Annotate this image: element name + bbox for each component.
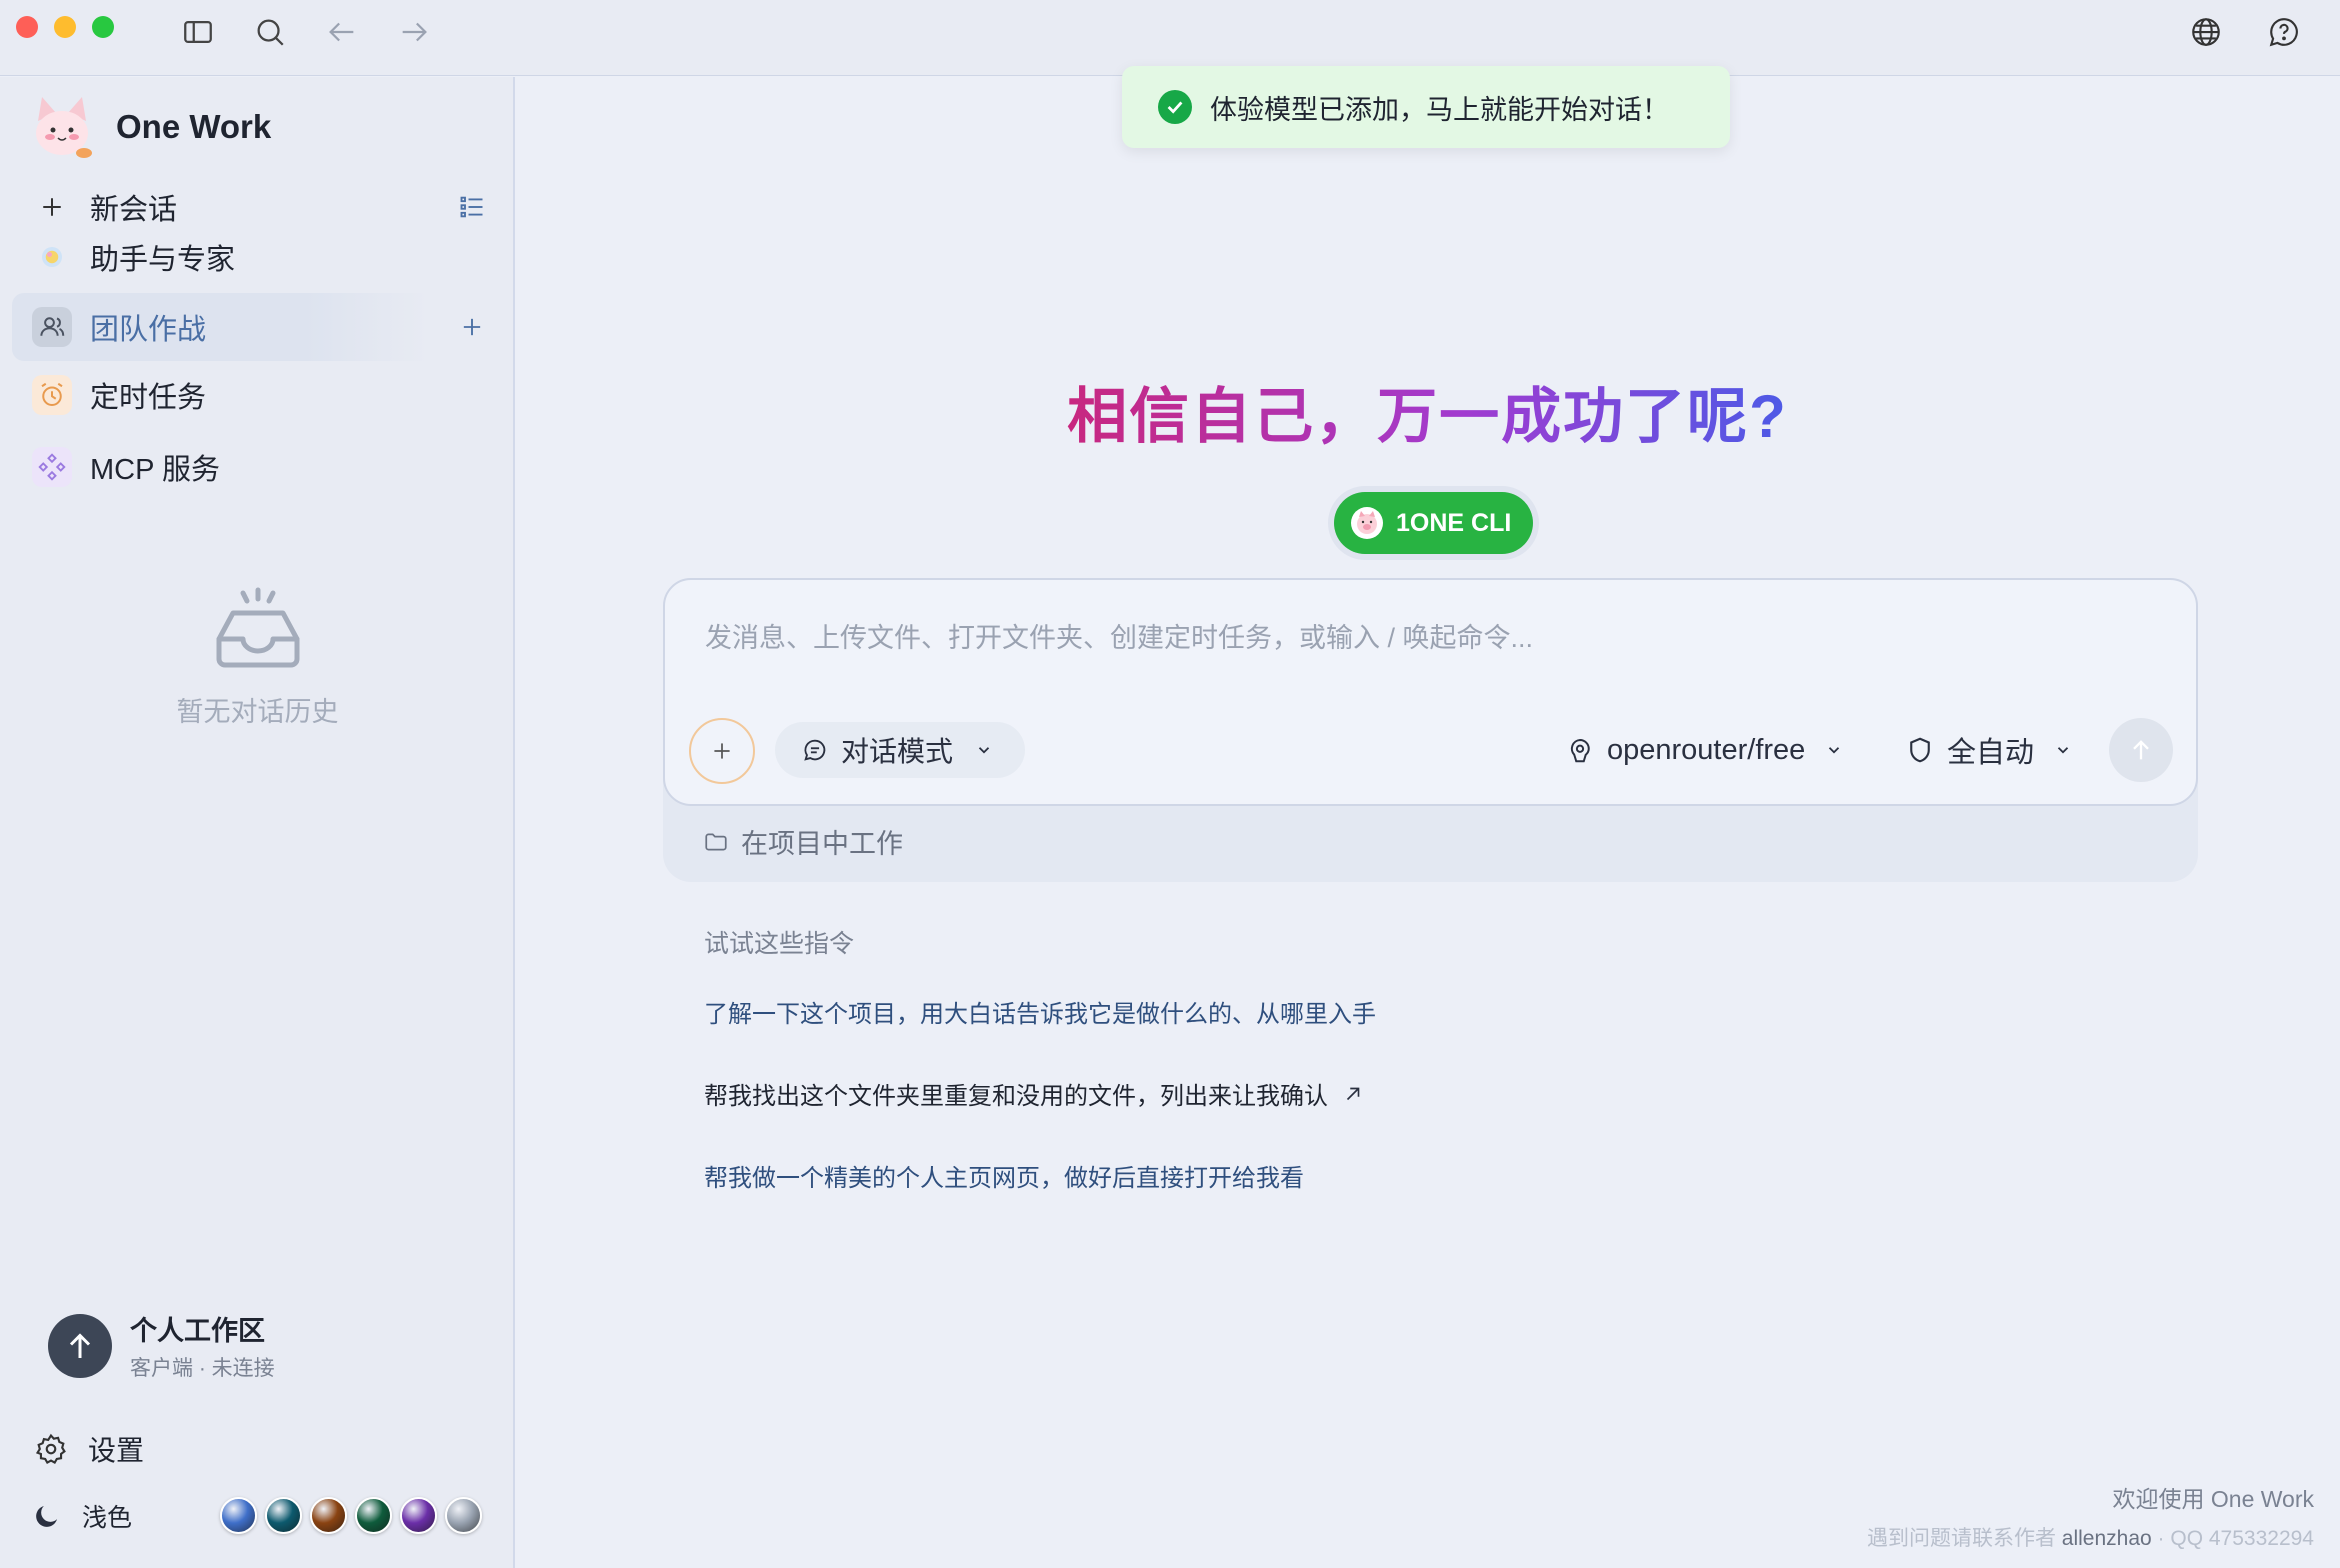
clock-icon — [32, 375, 72, 415]
brand-name: One Work — [116, 108, 272, 145]
sidebar-item-label: 定时任务 — [90, 382, 207, 414]
suggestion-text: 帮我找出这个文件夹里重复和没用的文件，列出来让我确认 — [704, 1083, 1328, 1110]
suggestions-title: 试试这些指令 — [704, 930, 855, 958]
team-icon — [32, 307, 72, 347]
theme-row: 浅色 — [32, 1497, 482, 1534]
theme-swatch[interactable] — [265, 1497, 302, 1534]
toast-text: 体验模型已添加，马上就能开始对话！ — [1210, 94, 1669, 125]
suggestion-item[interactable]: 了解一下这个项目，用大白话告诉我它是做什么的、从哪里入手 — [704, 994, 1376, 1029]
mcp-icon — [32, 447, 72, 487]
sidebar-item-label: 新会话 — [90, 194, 178, 226]
theme-swatches — [220, 1497, 482, 1534]
theme-swatch[interactable] — [220, 1497, 257, 1534]
message-input[interactable] — [705, 608, 2145, 668]
sidebar-item-label: 团队作战 — [90, 314, 207, 346]
composer-box: 对话模式 openrouter/free 全自动 — [663, 578, 2198, 806]
plus-icon — [714, 743, 730, 759]
model-brain-icon — [1570, 738, 1590, 763]
empty-history: 暂无对话历史 — [0, 587, 515, 729]
list-view-icon[interactable] — [452, 187, 492, 227]
empty-history-text: 暂无对话历史 — [176, 697, 339, 727]
maximize-window-button[interactable] — [92, 16, 114, 38]
workspace-title: 个人工作区 — [130, 1316, 265, 1346]
cli-badge-button[interactable]: 1ONE CLI — [1334, 492, 1534, 554]
chevron-down-icon — [2057, 747, 2069, 754]
separator: · — [2157, 1527, 2171, 1550]
folder-icon — [705, 833, 727, 850]
theme-swatch[interactable] — [445, 1497, 482, 1534]
contact-prefix: 遇到问题请联系作者 — [1866, 1527, 2056, 1550]
sidebar-item-team[interactable]: 团队作战 — [12, 293, 502, 361]
theme-label[interactable]: 浅色 — [82, 1498, 132, 1534]
globe-icon[interactable] — [2186, 12, 2226, 52]
arrow-up-icon — [2133, 740, 2149, 760]
mode-label: 对话模式 — [841, 736, 954, 767]
help-icon[interactable] — [2264, 12, 2304, 52]
cat-logo-icon — [36, 97, 92, 158]
suggestion-item[interactable]: 帮我做一个精美的个人主页网页，做好后直接打开给我看 — [704, 1158, 1304, 1193]
workspace-status: 客户端 · 未连接 — [130, 1357, 275, 1380]
mode-selector[interactable]: 对话模式 — [775, 722, 1026, 778]
minimize-window-button[interactable] — [54, 16, 76, 38]
theme-swatch[interactable] — [355, 1497, 392, 1534]
chevron-down-icon — [1829, 747, 1840, 754]
gear-icon — [35, 1433, 66, 1465]
project-label: 在项目中工作 — [741, 829, 903, 859]
composer: 对话模式 openrouter/free 全自动 在项目中工作 — [663, 578, 2198, 882]
send-button[interactable] — [2109, 718, 2173, 782]
sidebar-item-label: MCP 服务 — [90, 454, 220, 486]
welcome-text: 欢迎使用 One Work — [2112, 1486, 2315, 1512]
search-icon[interactable] — [250, 12, 290, 52]
settings-label: 设置 — [88, 1435, 145, 1466]
model-label: openrouter/free — [1607, 733, 1806, 766]
hero-slogan: 相信自己，万一成功了呢? — [515, 368, 2340, 455]
workspace-switcher[interactable]: 个人工作区 客户端 · 未连接 — [48, 1309, 275, 1382]
toast-notification: 体验模型已添加，马上就能开始对话！ — [1122, 66, 1730, 148]
close-window-button[interactable] — [16, 16, 38, 38]
pig-avatar-icon — [1351, 507, 1383, 539]
work-in-project-button[interactable]: 在项目中工作 — [703, 822, 903, 861]
sidebar-item-assistants[interactable]: 助手与专家 — [12, 223, 502, 291]
back-arrow-icon[interactable] — [322, 12, 362, 52]
plus-icon — [32, 187, 72, 227]
forward-arrow-icon[interactable] — [394, 12, 434, 52]
sidebar-item-mcp[interactable]: MCP 服务 — [12, 433, 502, 501]
sidebar-toggle-icon[interactable] — [178, 12, 218, 52]
brand[interactable]: One Work — [28, 93, 271, 161]
window-controls — [16, 16, 114, 38]
add-team-icon[interactable] — [452, 307, 492, 347]
title-bar — [0, 0, 2340, 76]
qq-number: QQ 475332294 — [2170, 1527, 2314, 1550]
model-selector[interactable]: openrouter/free — [1565, 722, 1843, 778]
hero-text: 相信自己，万一成功了呢? — [1067, 383, 1788, 450]
empty-inbox-icon — [216, 587, 299, 668]
author-name[interactable]: allenzhao — [2062, 1527, 2152, 1550]
shield-icon — [1910, 737, 1930, 763]
cli-label: 1ONE CLI — [1396, 508, 1512, 537]
suggestion-item[interactable]: 帮我找出这个文件夹里重复和没用的文件，列出来让我确认 — [704, 1076, 1364, 1111]
sidebar-item-label: 助手与专家 — [90, 244, 236, 276]
theme-swatch[interactable] — [400, 1497, 437, 1534]
sidebar: One Work 新会话 助手与专家 团队作战 定时任务 MCP 服务 暂无对话… — [0, 77, 515, 1568]
sidebar-item-scheduled[interactable]: 定时任务 — [12, 361, 502, 429]
chevron-down-icon — [978, 747, 990, 754]
moon-icon[interactable] — [32, 1501, 62, 1531]
arrow-up-right-icon — [1346, 1087, 1360, 1100]
check-circle-icon — [1158, 90, 1192, 124]
workspace-upload-icon — [48, 1313, 112, 1378]
permission-selector[interactable]: 全自动 — [1905, 722, 2072, 778]
settings-button[interactable]: 设置 — [34, 1429, 144, 1469]
attach-button[interactable] — [689, 718, 755, 784]
assistant-orb-icon — [32, 237, 72, 277]
theme-swatch[interactable] — [310, 1497, 347, 1534]
contact-info: 遇到问题请联系作者 allenzhao · QQ 475332294 — [1867, 1522, 2314, 1552]
suggestion-text: 帮我做一个精美的个人主页网页，做好后直接打开给我看 — [704, 1165, 1304, 1192]
permission-label: 全自动 — [1947, 737, 2035, 769]
chat-bubble-icon — [804, 739, 826, 761]
suggestion-text: 了解一下这个项目，用大白话告诉我它是做什么的、从哪里入手 — [704, 1001, 1376, 1028]
